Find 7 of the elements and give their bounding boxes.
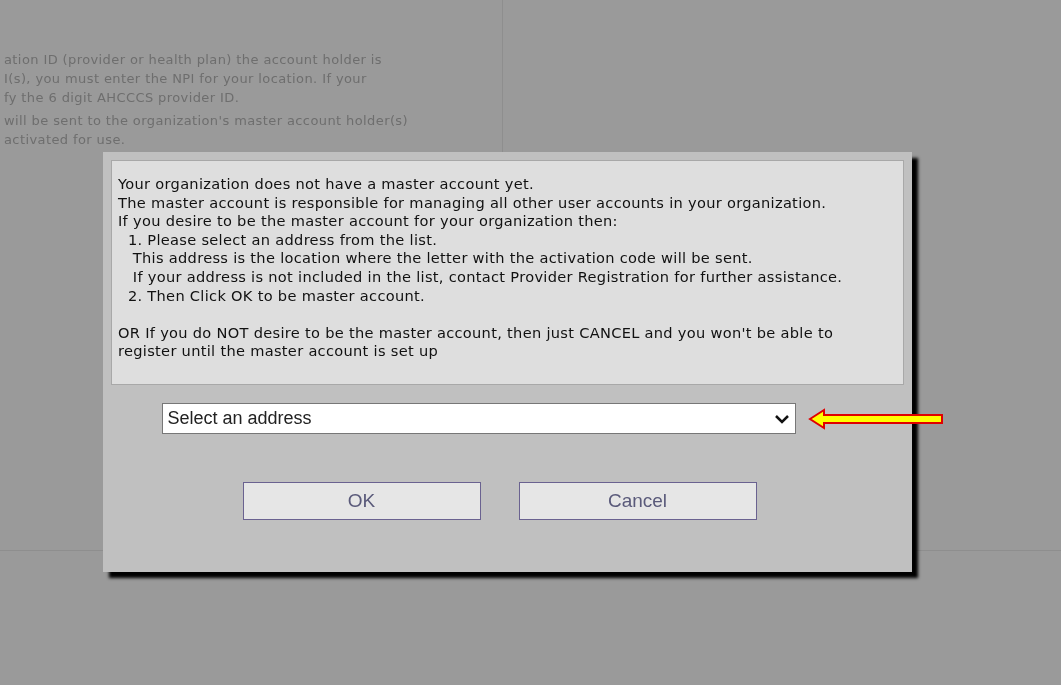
dialog-button[interactable]: OK	[242, 482, 481, 520]
chevron-down-icon	[773, 413, 790, 424]
dialog-button[interactable]: Cancel	[518, 482, 757, 520]
arrow-left-icon	[807, 407, 944, 430]
message-text: OR If you do NOT desire to be the master account, then just CANCEL and you won't be able to register until the master account is set up	[118, 323, 835, 361]
message-text: Your organization does not have a master account yet. The master account is responsible for managing all other user accounts in your organization. If you desire to be the master account for your organization then: 1. Please select an address from the list. This address is the location where the letter with the activation code will be sent. If your address is not included in the list, contact Provider Registration for further assistance. 2. Then Click OK to be master account.	[118, 175, 844, 306]
address-select[interactable]: Select an address	[161, 403, 796, 434]
